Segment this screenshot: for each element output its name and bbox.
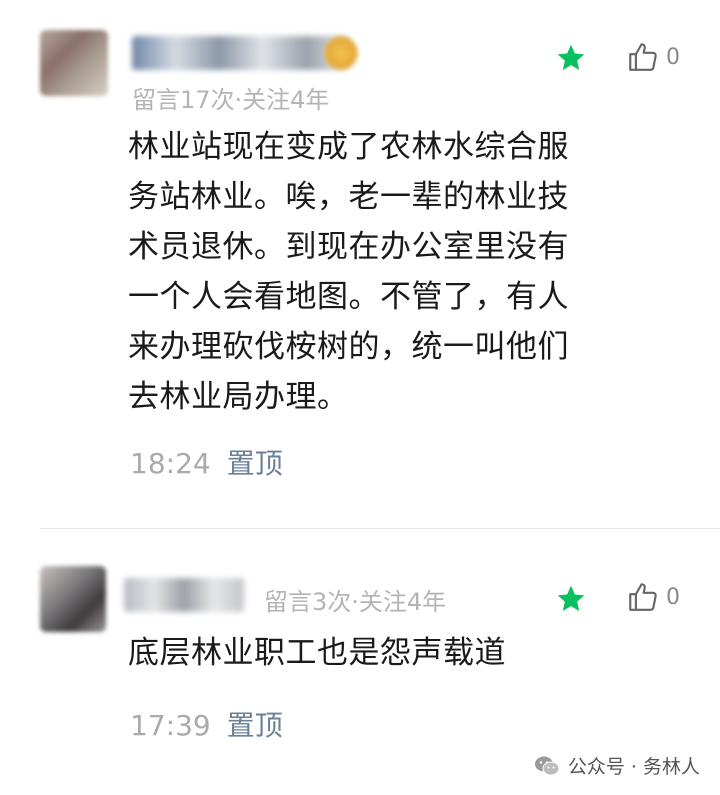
nickname-emoji xyxy=(324,36,358,70)
star-icon[interactable] xyxy=(555,583,587,615)
watermark-text: 公众号 · 务林人 xyxy=(567,756,700,778)
like-button[interactable]: 0 xyxy=(626,40,680,74)
comment-line: 务站林业。唉，老一辈的林业技 xyxy=(128,179,569,215)
wechat-icon xyxy=(534,756,560,775)
star-icon[interactable] xyxy=(555,42,587,74)
thumbs-up-icon xyxy=(629,583,657,611)
watermark: 公众号 · 务林人 xyxy=(534,752,700,779)
like-button[interactable]: 0 xyxy=(626,580,680,614)
comment-line: 底层林业职工也是怨声载道 xyxy=(128,635,506,671)
comment-time: 17:39 xyxy=(130,709,211,742)
comment-time: 18:24 xyxy=(130,447,211,480)
comment-footer: 17:39 置顶 xyxy=(130,704,283,744)
comment-footer: 18:24 置顶 xyxy=(130,442,283,482)
like-count: 0 xyxy=(666,584,680,610)
pin-button[interactable]: 置顶 xyxy=(227,442,283,482)
pin-button[interactable]: 置顶 xyxy=(227,704,283,744)
nickname-blurred[interactable] xyxy=(132,36,350,70)
nickname-blurred[interactable] xyxy=(124,578,244,612)
divider xyxy=(40,528,720,529)
comment-line: 术员退休。到现在办公室里没有 xyxy=(128,229,569,265)
like-count: 0 xyxy=(666,44,680,70)
comment-line: 林业站现在变成了农林水综合服 xyxy=(128,129,569,165)
comment-meta: 留言3次·关注4年 xyxy=(264,588,447,616)
avatar[interactable] xyxy=(40,566,106,632)
comment-line: 一个人会看地图。不管了，有人 xyxy=(128,279,569,315)
avatar[interactable] xyxy=(40,30,108,96)
comment-line: 去林业局办理。 xyxy=(128,379,349,415)
comment-text: 底层林业职工也是怨声载道 xyxy=(128,628,668,678)
comment-line: 来办理砍伐桉树的，统一叫他们 xyxy=(128,329,569,365)
thumbs-up-icon xyxy=(629,43,657,71)
comment-meta: 留言17次·关注4年 xyxy=(132,86,330,114)
comment-text: 林业站现在变成了农林水综合服 务站林业。唉，老一辈的林业技 术员退休。到现在办公… xyxy=(128,122,668,422)
